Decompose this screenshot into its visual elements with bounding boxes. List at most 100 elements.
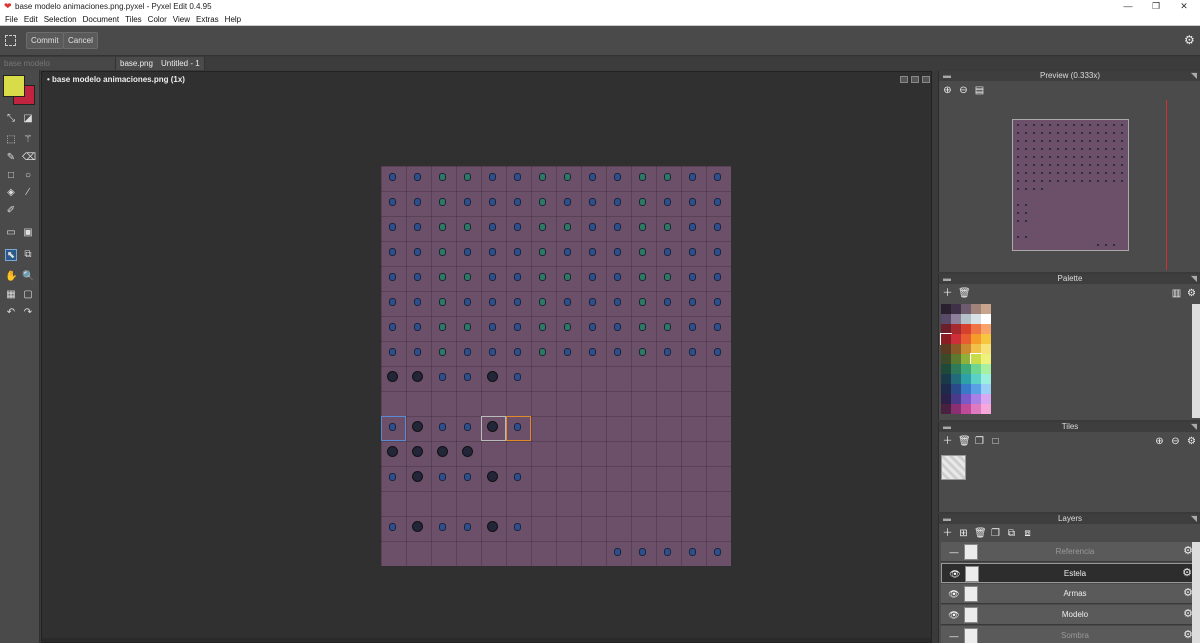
- doc-close-icon[interactable]: [922, 76, 930, 83]
- eye-icon[interactable]: 👁: [948, 609, 960, 621]
- grid-toggle-icon[interactable]: ▦: [5, 289, 17, 301]
- hidden-layer-icon[interactable]: —: [948, 630, 960, 642]
- pin-icon[interactable]: ◥: [1191, 514, 1197, 524]
- frame-toggle-icon[interactable]: ▢: [22, 289, 34, 301]
- add-layer-icon[interactable]: ＋: [942, 528, 953, 539]
- primary-color-swatch[interactable]: [3, 75, 25, 97]
- collapse-icon[interactable]: ▬: [943, 514, 951, 524]
- palette-color-swatch[interactable]: [941, 314, 951, 324]
- menu-help[interactable]: Help: [222, 13, 244, 26]
- tile-slot[interactable]: [941, 455, 966, 480]
- palette-color-swatch[interactable]: [951, 334, 961, 344]
- palette-color-swatch[interactable]: [971, 404, 981, 414]
- collapse-icon[interactable]: ▬: [943, 422, 951, 432]
- swap-colors-icon[interactable]: ⤡: [5, 113, 17, 125]
- palette-color-swatch[interactable]: [971, 374, 981, 384]
- palette-color-swatch[interactable]: [981, 324, 991, 334]
- preview-thumbnail[interactable]: [1012, 119, 1129, 251]
- menu-tiles[interactable]: Tiles: [122, 13, 145, 26]
- menu-document[interactable]: Document: [80, 13, 122, 26]
- zoom-in-icon[interactable]: ⊕: [942, 85, 953, 96]
- tiles-settings-gear-icon[interactable]: ⚙: [1186, 436, 1197, 447]
- layers-scrollbar[interactable]: [1192, 542, 1200, 643]
- menu-extras[interactable]: Extras: [193, 13, 222, 26]
- layer-row[interactable]: 👁 Estela ⚙: [941, 563, 1199, 583]
- palette-color-swatch[interactable]: [971, 384, 981, 394]
- fill-bucket-icon[interactable]: ◈: [5, 187, 17, 199]
- flatten-layer-icon[interactable]: ⧈: [1022, 528, 1033, 539]
- delete-layer-icon[interactable]: 🗑: [974, 528, 987, 539]
- palette-scrollbar[interactable]: [1192, 304, 1200, 418]
- palette-color-swatch[interactable]: [961, 344, 971, 354]
- delete-tile-icon[interactable]: 🗑: [958, 436, 971, 447]
- collapse-icon[interactable]: ▬: [943, 71, 951, 81]
- duplicate-layer-icon[interactable]: ❐: [990, 528, 1001, 539]
- palette-color-swatch[interactable]: [971, 394, 981, 404]
- menu-selection[interactable]: Selection: [41, 13, 80, 26]
- collapse-icon[interactable]: ▬: [943, 274, 951, 284]
- rectangle-tool-icon[interactable]: □: [5, 170, 17, 182]
- cancel-button[interactable]: Cancel: [63, 32, 98, 49]
- doc-restore-icon[interactable]: [911, 76, 919, 83]
- tiles-zoom-in-icon[interactable]: ⊕: [1154, 436, 1165, 447]
- menu-file[interactable]: File: [2, 13, 21, 26]
- palette-swatches-icon[interactable]: ▥: [1171, 288, 1182, 299]
- palette-color-swatch[interactable]: [961, 324, 971, 334]
- menu-edit[interactable]: Edit: [21, 13, 41, 26]
- layer-row[interactable]: — Referencia ⚙: [941, 542, 1199, 562]
- tile-select-icon[interactable]: ▣: [22, 227, 34, 239]
- palette-color-swatch[interactable]: [961, 314, 971, 324]
- duplicate-tile-icon[interactable]: ❐: [974, 436, 985, 447]
- tile-grid-icon[interactable]: □: [990, 436, 1001, 447]
- zoom-out-icon[interactable]: ⊖: [958, 85, 969, 96]
- palette-color-swatch[interactable]: [971, 364, 981, 374]
- doc-minimize-icon[interactable]: [900, 76, 908, 83]
- palette-color-swatch[interactable]: [941, 404, 951, 414]
- palette-color-swatch[interactable]: [981, 364, 991, 374]
- palette-color-swatch[interactable]: [940, 333, 952, 345]
- layer-row[interactable]: 👁 Modelo ⚙: [941, 605, 1199, 625]
- reset-colors-icon[interactable]: ◪: [22, 113, 34, 125]
- palette-color-swatch[interactable]: [941, 304, 951, 314]
- palette-color-swatch[interactable]: [971, 304, 981, 314]
- delete-color-icon[interactable]: 🗑: [958, 288, 971, 299]
- palette-color-swatch[interactable]: [981, 374, 991, 384]
- palette-color-swatch[interactable]: [951, 384, 961, 394]
- tab-base-png[interactable]: base.png: [116, 57, 158, 70]
- new-layer-group-icon[interactable]: ⊞: [958, 528, 969, 539]
- fit-view-icon[interactable]: ▤: [974, 85, 985, 96]
- settings-gear-icon[interactable]: ⚙: [1184, 34, 1195, 46]
- palette-color-swatch[interactable]: [951, 364, 961, 374]
- palette-color-swatch[interactable]: [961, 354, 971, 364]
- palette-color-swatch[interactable]: [981, 354, 991, 364]
- palette-color-swatch[interactable]: [981, 314, 991, 324]
- menu-view[interactable]: View: [170, 13, 193, 26]
- palette-color-swatch[interactable]: [961, 394, 971, 404]
- magic-wand-icon[interactable]: ⚚: [22, 134, 34, 146]
- palette-color-swatch[interactable]: [951, 394, 961, 404]
- palette-color-swatch[interactable]: [981, 404, 991, 414]
- horizontal-scrollbar[interactable]: [42, 638, 931, 642]
- palette-color-swatch[interactable]: [981, 344, 991, 354]
- palette-color-swatch[interactable]: [941, 394, 951, 404]
- layer-row[interactable]: — Sombra ⚙: [941, 626, 1199, 643]
- ellipse-tool-icon[interactable]: ○: [22, 170, 34, 182]
- tiles-zoom-out-icon[interactable]: ⊖: [1170, 436, 1181, 447]
- minimize-button[interactable]: —: [1113, 0, 1143, 13]
- palette-color-swatch[interactable]: [941, 384, 951, 394]
- palette-color-swatch[interactable]: [951, 324, 961, 334]
- layer-row[interactable]: 👁 Armas ⚙: [941, 584, 1199, 604]
- merge-layer-icon[interactable]: ⧉: [1006, 528, 1017, 539]
- pixel-canvas[interactable]: [381, 166, 731, 566]
- eye-icon[interactable]: 👁: [949, 568, 961, 580]
- add-tile-icon[interactable]: ＋: [942, 436, 953, 447]
- undo-icon[interactable]: ↶: [5, 307, 17, 319]
- palette-color-swatch[interactable]: [961, 404, 971, 414]
- hand-tool-icon[interactable]: ✋: [5, 271, 17, 283]
- pin-icon[interactable]: ◥: [1191, 422, 1197, 432]
- palette-color-swatch[interactable]: [961, 374, 971, 384]
- close-button[interactable]: ✕: [1169, 0, 1199, 13]
- palette-color-swatch[interactable]: [941, 374, 951, 384]
- select-tool-icon[interactable]: ⬚: [5, 134, 17, 146]
- palette-color-swatch[interactable]: [951, 374, 961, 384]
